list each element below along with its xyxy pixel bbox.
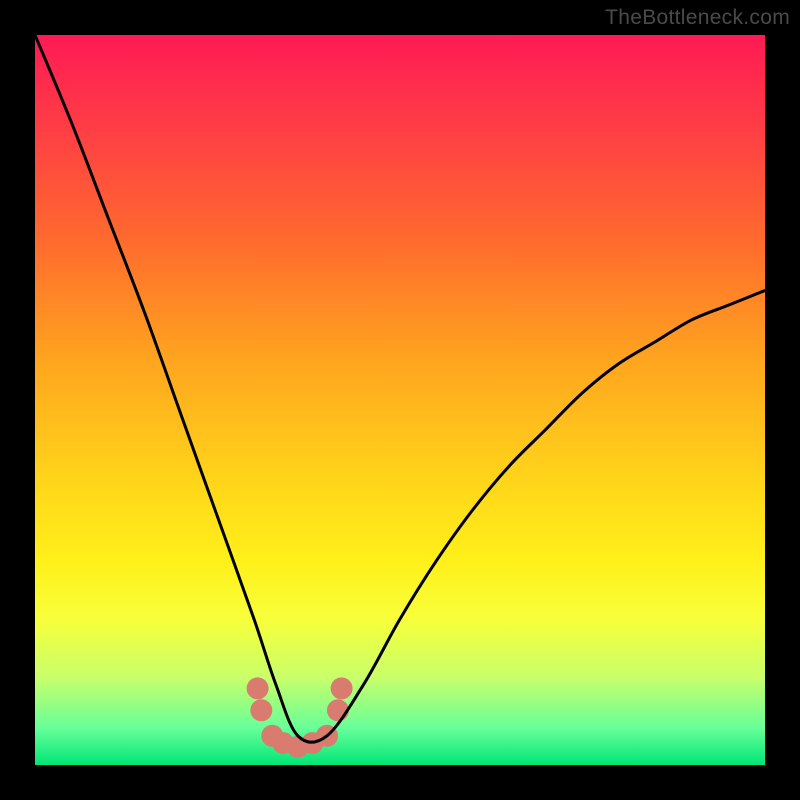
salmon-marker xyxy=(331,677,353,699)
bottleneck-curve-path xyxy=(35,35,765,742)
salmon-marker xyxy=(327,699,349,721)
watermark-text: TheBottleneck.com xyxy=(605,6,790,30)
salmon-marker xyxy=(250,699,272,721)
salmon-marker xyxy=(247,677,269,699)
chart-stage: TheBottleneck.com xyxy=(0,0,800,800)
salmon-markers-group xyxy=(247,677,353,757)
chart-svg xyxy=(0,0,800,800)
